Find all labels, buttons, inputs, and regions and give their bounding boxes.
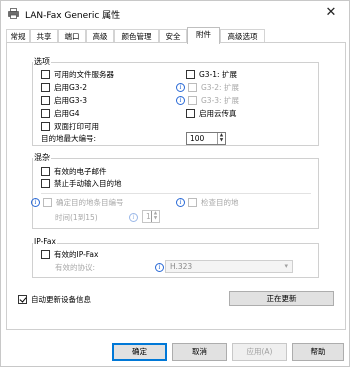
options-group-title: 选项 (33, 56, 51, 67)
checkbox-label: 确定目的地条目编号 (56, 198, 124, 207)
checkbox-box (43, 198, 52, 207)
checkbox-label: 有效的IP-Fax (54, 250, 99, 259)
time-stepper: 1 ▲ ▼ (142, 210, 160, 223)
auto-update-checkbox[interactable]: 自动更新设备信息 (18, 294, 91, 305)
checkbox-box[interactable] (41, 96, 50, 105)
apply-button: 应用(A) (232, 343, 287, 361)
checkbox-label: G3-1: 扩展 (199, 70, 237, 79)
separator (41, 193, 311, 194)
window-title: LAN-Fax Generic 属性 (25, 11, 121, 21)
available-file-server-checkbox[interactable]: 可用的文件服务器 (41, 69, 114, 80)
protocol-select: H.323 ▾ (165, 260, 293, 273)
info-icon[interactable]: i (176, 96, 185, 105)
checkbox-box[interactable] (186, 109, 195, 118)
checkbox-box (188, 96, 197, 105)
checkbox-box[interactable] (41, 167, 50, 176)
time-label: 时间(1到15) (55, 213, 98, 222)
max-destinations-label: 目的地最大编号: (41, 134, 97, 143)
updating-button[interactable]: 正在更新 (229, 291, 334, 306)
info-icon[interactable]: i (176, 83, 185, 92)
checkbox-label: 启用G4 (54, 109, 80, 118)
printer-icon (8, 8, 19, 19)
misc-group-title: 混杂 (33, 152, 51, 163)
max-destinations-stepper[interactable]: 100 ▲ ▼ (186, 132, 226, 145)
enable-cloud-fax-checkbox[interactable]: 启用云传真 (186, 108, 237, 119)
cancel-button[interactable]: 取消 (172, 343, 227, 361)
g3-2-extension-checkbox: i G3-2: 扩展 (176, 82, 239, 93)
help-button[interactable]: 帮助 (292, 343, 344, 361)
checkbox-label: 检查目的地 (201, 198, 239, 207)
tab-ports[interactable]: 端口 (58, 29, 86, 43)
chevron-down-icon: ▾ (284, 262, 288, 270)
title-bar: LAN-Fax Generic 属性 ✕ (1, 1, 349, 27)
tab-advanced[interactable]: 高级 (86, 29, 114, 43)
stepper-down-icon: ▼ (153, 216, 158, 221)
time-info: i (129, 212, 141, 223)
checkbox-box[interactable] (41, 83, 50, 92)
checkbox-label: G3-2: 扩展 (201, 83, 239, 92)
valid-email-checkbox[interactable]: 有效的电子邮件 (41, 166, 107, 177)
tab-general[interactable]: 常规 (6, 29, 30, 43)
confirm-destination-number-checkbox: i 确定目的地条目编号 (31, 197, 124, 208)
checkbox-label: 有效的电子邮件 (54, 167, 107, 176)
checkbox-label: 可用的文件服务器 (54, 70, 114, 79)
checkbox-box[interactable] (41, 70, 50, 79)
enable-g3-3-checkbox[interactable]: 启用G3-3 (41, 95, 87, 106)
select-value: H.323 (170, 262, 193, 271)
ipfax-group-title: IP-Fax (33, 237, 57, 246)
g3-3-extension-checkbox: i G3-3: 扩展 (176, 95, 239, 106)
checkbox-box[interactable] (41, 179, 50, 188)
stepper-value[interactable]: 100 (190, 134, 204, 143)
valid-ipfax-checkbox[interactable]: 有效的IP-Fax (41, 249, 98, 260)
tab-advanced-options[interactable]: 高级选项 (220, 29, 265, 43)
checkbox-box (188, 83, 197, 92)
tab-security[interactable]: 安全 (159, 29, 187, 43)
checkbox-label: 启用云传真 (199, 109, 237, 118)
tab-accessories[interactable]: 附件 (187, 27, 220, 44)
checkbox-label: 启用G3-2 (54, 83, 88, 92)
stepper-arrows[interactable]: ▲ ▼ (217, 133, 225, 144)
checkbox-label: 自动更新设备信息 (31, 295, 91, 304)
stepper-down-icon[interactable]: ▼ (218, 138, 225, 143)
checkbox-box[interactable] (186, 70, 195, 79)
tab-sharing[interactable]: 共享 (30, 29, 58, 43)
checkbox-box (188, 198, 197, 207)
tab-strip: 常规 共享 端口 高级 颜色管理 安全 附件 高级选项 (6, 27, 346, 44)
duplex-printing-checkbox[interactable]: 双面打印可用 (41, 121, 99, 132)
checkbox-box[interactable] (41, 109, 50, 118)
close-icon[interactable]: ✕ (317, 4, 345, 22)
checkbox-label: 启用G3-3 (54, 96, 88, 105)
checkbox-label: 禁止手动输入目的地 (54, 179, 122, 188)
prohibit-manual-destination-checkbox[interactable]: 禁止手动输入目的地 (41, 178, 122, 189)
info-icon[interactable]: i (129, 213, 138, 222)
checkbox-box[interactable] (41, 122, 50, 131)
enable-g4-checkbox[interactable]: 启用G4 (41, 108, 80, 119)
info-icon[interactable]: i (176, 198, 185, 207)
checkbox-label: 双面打印可用 (54, 122, 99, 131)
checkbox-box[interactable] (18, 295, 27, 304)
ok-button[interactable]: 确定 (112, 343, 167, 361)
tab-color-management[interactable]: 颜色管理 (114, 29, 159, 43)
info-icon[interactable]: i (31, 198, 40, 207)
properties-dialog: LAN-Fax Generic 属性 ✕ 常规 共享 端口 高级 颜色管理 安全… (0, 0, 350, 367)
g3-1-extension-checkbox[interactable]: G3-1: 扩展 (186, 69, 237, 80)
stepper-arrows: ▲ ▼ (151, 211, 159, 222)
enable-g3-2-checkbox[interactable]: 启用G3-2 (41, 82, 87, 93)
protocol-label: 有效的协议: (55, 263, 96, 272)
check-destination-checkbox: i 检查目的地 (176, 197, 239, 208)
checkbox-label: G3-3: 扩展 (201, 96, 239, 105)
checkbox-box[interactable] (41, 250, 50, 259)
info-icon[interactable]: i (155, 263, 164, 272)
